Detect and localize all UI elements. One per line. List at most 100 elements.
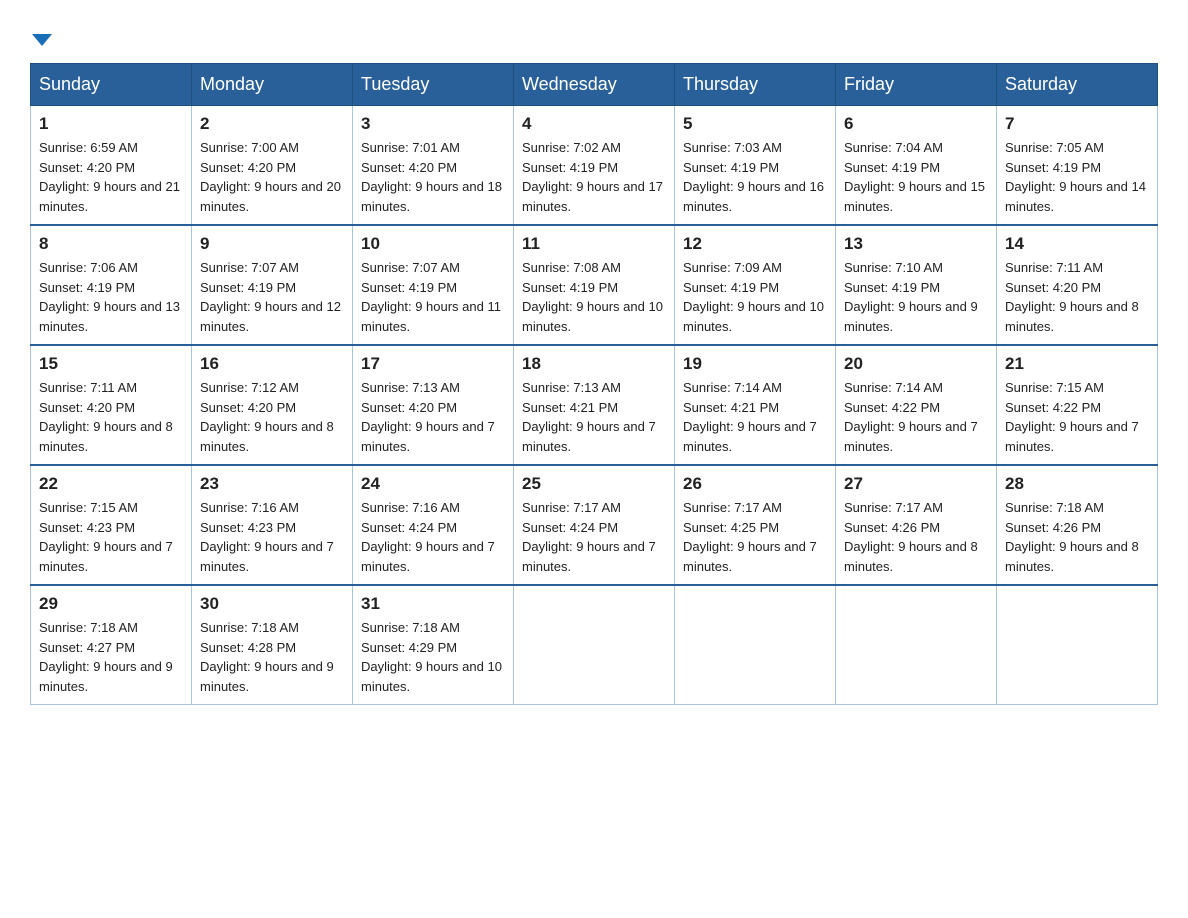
calendar-cell: 8 Sunrise: 7:06 AMSunset: 4:19 PMDayligh… — [31, 225, 192, 345]
day-header-monday: Monday — [192, 64, 353, 106]
day-number: 1 — [39, 114, 183, 134]
cell-info: Sunrise: 7:11 AMSunset: 4:20 PMDaylight:… — [1005, 260, 1139, 334]
calendar-cell: 24 Sunrise: 7:16 AMSunset: 4:24 PMDaylig… — [353, 465, 514, 585]
cell-info: Sunrise: 7:06 AMSunset: 4:19 PMDaylight:… — [39, 260, 180, 334]
cell-info: Sunrise: 7:12 AMSunset: 4:20 PMDaylight:… — [200, 380, 334, 454]
calendar-table: SundayMondayTuesdayWednesdayThursdayFrid… — [30, 63, 1158, 705]
day-number: 3 — [361, 114, 505, 134]
cell-info: Sunrise: 7:08 AMSunset: 4:19 PMDaylight:… — [522, 260, 663, 334]
calendar-cell: 16 Sunrise: 7:12 AMSunset: 4:20 PMDaylig… — [192, 345, 353, 465]
cell-info: Sunrise: 7:03 AMSunset: 4:19 PMDaylight:… — [683, 140, 824, 214]
calendar-cell: 6 Sunrise: 7:04 AMSunset: 4:19 PMDayligh… — [836, 106, 997, 226]
day-number: 29 — [39, 594, 183, 614]
calendar-cell: 23 Sunrise: 7:16 AMSunset: 4:23 PMDaylig… — [192, 465, 353, 585]
calendar-week-row: 1 Sunrise: 6:59 AMSunset: 4:20 PMDayligh… — [31, 106, 1158, 226]
calendar-cell — [997, 585, 1158, 705]
cell-info: Sunrise: 7:09 AMSunset: 4:19 PMDaylight:… — [683, 260, 824, 334]
cell-info: Sunrise: 7:04 AMSunset: 4:19 PMDaylight:… — [844, 140, 985, 214]
day-number: 13 — [844, 234, 988, 254]
cell-info: Sunrise: 7:15 AMSunset: 4:22 PMDaylight:… — [1005, 380, 1139, 454]
logo-arrow-icon — [32, 34, 52, 46]
calendar-cell: 25 Sunrise: 7:17 AMSunset: 4:24 PMDaylig… — [514, 465, 675, 585]
day-number: 30 — [200, 594, 344, 614]
day-number: 2 — [200, 114, 344, 134]
calendar-cell: 19 Sunrise: 7:14 AMSunset: 4:21 PMDaylig… — [675, 345, 836, 465]
day-header-friday: Friday — [836, 64, 997, 106]
calendar-cell — [836, 585, 997, 705]
calendar-cell: 29 Sunrise: 7:18 AMSunset: 4:27 PMDaylig… — [31, 585, 192, 705]
calendar-cell: 17 Sunrise: 7:13 AMSunset: 4:20 PMDaylig… — [353, 345, 514, 465]
cell-info: Sunrise: 7:07 AMSunset: 4:19 PMDaylight:… — [200, 260, 341, 334]
calendar-week-row: 15 Sunrise: 7:11 AMSunset: 4:20 PMDaylig… — [31, 345, 1158, 465]
cell-info: Sunrise: 7:18 AMSunset: 4:29 PMDaylight:… — [361, 620, 502, 694]
cell-info: Sunrise: 6:59 AMSunset: 4:20 PMDaylight:… — [39, 140, 180, 214]
calendar-week-row: 29 Sunrise: 7:18 AMSunset: 4:27 PMDaylig… — [31, 585, 1158, 705]
calendar-cell: 11 Sunrise: 7:08 AMSunset: 4:19 PMDaylig… — [514, 225, 675, 345]
day-number: 17 — [361, 354, 505, 374]
day-number: 7 — [1005, 114, 1149, 134]
day-number: 15 — [39, 354, 183, 374]
day-number: 9 — [200, 234, 344, 254]
logo — [30, 20, 52, 53]
cell-info: Sunrise: 7:17 AMSunset: 4:24 PMDaylight:… — [522, 500, 656, 574]
cell-info: Sunrise: 7:13 AMSunset: 4:21 PMDaylight:… — [522, 380, 656, 454]
day-number: 10 — [361, 234, 505, 254]
day-number: 20 — [844, 354, 988, 374]
calendar-week-row: 8 Sunrise: 7:06 AMSunset: 4:19 PMDayligh… — [31, 225, 1158, 345]
day-number: 11 — [522, 234, 666, 254]
day-number: 31 — [361, 594, 505, 614]
cell-info: Sunrise: 7:17 AMSunset: 4:26 PMDaylight:… — [844, 500, 978, 574]
cell-info: Sunrise: 7:18 AMSunset: 4:26 PMDaylight:… — [1005, 500, 1139, 574]
day-number: 22 — [39, 474, 183, 494]
calendar-cell: 9 Sunrise: 7:07 AMSunset: 4:19 PMDayligh… — [192, 225, 353, 345]
day-header-saturday: Saturday — [997, 64, 1158, 106]
day-header-sunday: Sunday — [31, 64, 192, 106]
cell-info: Sunrise: 7:15 AMSunset: 4:23 PMDaylight:… — [39, 500, 173, 574]
day-header-wednesday: Wednesday — [514, 64, 675, 106]
calendar-cell: 7 Sunrise: 7:05 AMSunset: 4:19 PMDayligh… — [997, 106, 1158, 226]
calendar-cell: 14 Sunrise: 7:11 AMSunset: 4:20 PMDaylig… — [997, 225, 1158, 345]
day-number: 26 — [683, 474, 827, 494]
calendar-cell: 21 Sunrise: 7:15 AMSunset: 4:22 PMDaylig… — [997, 345, 1158, 465]
calendar-cell: 10 Sunrise: 7:07 AMSunset: 4:19 PMDaylig… — [353, 225, 514, 345]
calendar-cell: 12 Sunrise: 7:09 AMSunset: 4:19 PMDaylig… — [675, 225, 836, 345]
calendar-cell: 26 Sunrise: 7:17 AMSunset: 4:25 PMDaylig… — [675, 465, 836, 585]
day-header-thursday: Thursday — [675, 64, 836, 106]
calendar-cell: 5 Sunrise: 7:03 AMSunset: 4:19 PMDayligh… — [675, 106, 836, 226]
calendar-cell: 15 Sunrise: 7:11 AMSunset: 4:20 PMDaylig… — [31, 345, 192, 465]
calendar-cell: 2 Sunrise: 7:00 AMSunset: 4:20 PMDayligh… — [192, 106, 353, 226]
calendar-cell: 30 Sunrise: 7:18 AMSunset: 4:28 PMDaylig… — [192, 585, 353, 705]
day-number: 14 — [1005, 234, 1149, 254]
cell-info: Sunrise: 7:00 AMSunset: 4:20 PMDaylight:… — [200, 140, 341, 214]
calendar-week-row: 22 Sunrise: 7:15 AMSunset: 4:23 PMDaylig… — [31, 465, 1158, 585]
calendar-cell: 22 Sunrise: 7:15 AMSunset: 4:23 PMDaylig… — [31, 465, 192, 585]
day-header-tuesday: Tuesday — [353, 64, 514, 106]
cell-info: Sunrise: 7:13 AMSunset: 4:20 PMDaylight:… — [361, 380, 495, 454]
calendar-cell: 18 Sunrise: 7:13 AMSunset: 4:21 PMDaylig… — [514, 345, 675, 465]
calendar-cell: 31 Sunrise: 7:18 AMSunset: 4:29 PMDaylig… — [353, 585, 514, 705]
day-number: 12 — [683, 234, 827, 254]
cell-info: Sunrise: 7:02 AMSunset: 4:19 PMDaylight:… — [522, 140, 663, 214]
day-number: 21 — [1005, 354, 1149, 374]
cell-info: Sunrise: 7:17 AMSunset: 4:25 PMDaylight:… — [683, 500, 817, 574]
day-number: 6 — [844, 114, 988, 134]
calendar-cell: 13 Sunrise: 7:10 AMSunset: 4:19 PMDaylig… — [836, 225, 997, 345]
day-number: 5 — [683, 114, 827, 134]
logo-text — [30, 25, 52, 53]
day-number: 27 — [844, 474, 988, 494]
cell-info: Sunrise: 7:16 AMSunset: 4:23 PMDaylight:… — [200, 500, 334, 574]
calendar-cell: 20 Sunrise: 7:14 AMSunset: 4:22 PMDaylig… — [836, 345, 997, 465]
day-number: 24 — [361, 474, 505, 494]
calendar-header-row: SundayMondayTuesdayWednesdayThursdayFrid… — [31, 64, 1158, 106]
day-number: 8 — [39, 234, 183, 254]
calendar-cell: 4 Sunrise: 7:02 AMSunset: 4:19 PMDayligh… — [514, 106, 675, 226]
cell-info: Sunrise: 7:14 AMSunset: 4:22 PMDaylight:… — [844, 380, 978, 454]
calendar-cell: 1 Sunrise: 6:59 AMSunset: 4:20 PMDayligh… — [31, 106, 192, 226]
calendar-cell — [514, 585, 675, 705]
day-number: 16 — [200, 354, 344, 374]
day-number: 19 — [683, 354, 827, 374]
calendar-cell: 3 Sunrise: 7:01 AMSunset: 4:20 PMDayligh… — [353, 106, 514, 226]
day-number: 28 — [1005, 474, 1149, 494]
calendar-cell: 27 Sunrise: 7:17 AMSunset: 4:26 PMDaylig… — [836, 465, 997, 585]
cell-info: Sunrise: 7:05 AMSunset: 4:19 PMDaylight:… — [1005, 140, 1146, 214]
